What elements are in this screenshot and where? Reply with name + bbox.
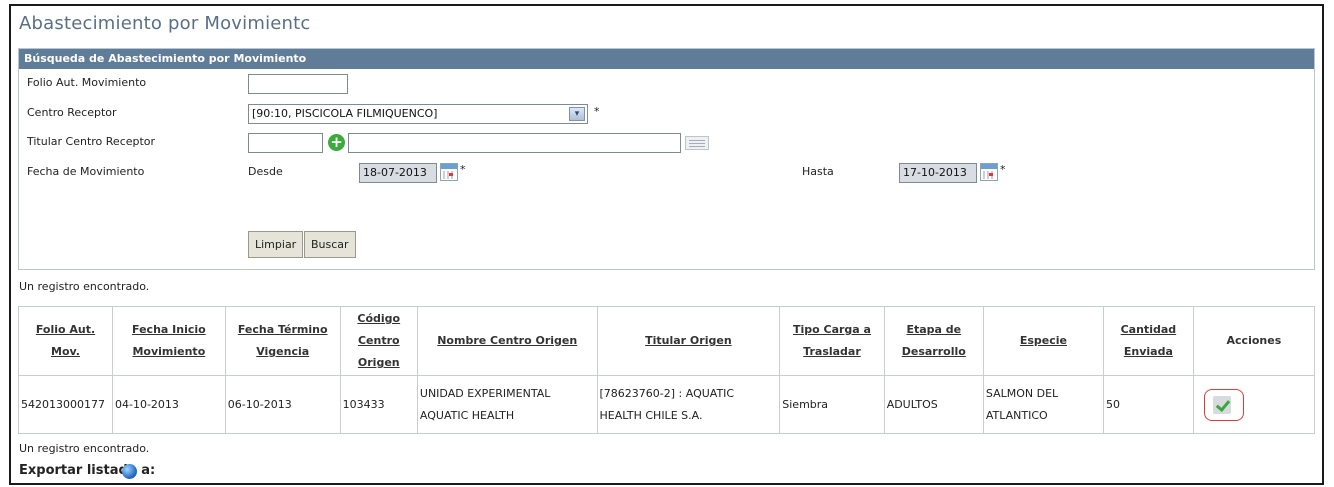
titular-name-input[interactable] [348, 133, 681, 153]
hasta-label: Hasta [802, 165, 834, 178]
page-title: Abastecimiento por Movimientc [19, 13, 311, 34]
folio-input[interactable] [248, 74, 348, 94]
result-count-top: Un registro encontrado. [19, 280, 150, 293]
col-header-nombre[interactable]: Nombre Centro Origen [416, 306, 598, 376]
col-header-tipo-carga[interactable]: Tipo Carga a Trasladar [779, 306, 885, 376]
cell-folio: 542013000177 [18, 375, 113, 434]
col-header-fecha-inicio[interactable]: Fecha Inicio Movimiento [111, 306, 226, 376]
col-header-etapa[interactable]: Etapa de Desarrollo [883, 306, 984, 376]
calendar-icon[interactable] [440, 163, 458, 181]
buscar-button[interactable]: Buscar [304, 231, 356, 258]
col-header-codigo[interactable]: Código Centro Origen [339, 306, 418, 376]
cell-codigo: 103433 [339, 375, 418, 434]
required-mark: * [594, 105, 600, 118]
hasta-date-input[interactable]: 17-10-2013 [899, 163, 977, 183]
cell-tipo-carga: Siembra [779, 375, 885, 434]
cell-titular: [78623760-2] : AQUATIC HEALTH CHILE S.A. [596, 375, 781, 434]
col-header-cantidad[interactable]: Cantidad Enviada [1102, 306, 1194, 376]
table-header-row: Folio Aut. Mov. Fecha Inicio Movimiento Fe… [18, 306, 1316, 376]
result-count-bottom: Un registro encontrado. [19, 442, 150, 455]
cell-acciones [1192, 375, 1316, 434]
add-icon[interactable]: + [328, 134, 345, 151]
cell-nombre: UNIDAD EXPERIMENTAL AQUATIC HEALTH [416, 375, 598, 434]
calendar-icon[interactable] [980, 163, 998, 181]
cell-fecha-inicio: 04-10-2013 [111, 375, 226, 434]
check-icon [1212, 395, 1231, 414]
centro-label: Centro Receptor [27, 106, 117, 119]
table-row: 542013000177 04-10-2013 06-10-2013 10343… [18, 375, 1316, 434]
centro-select-value: [90:10, PISCICOLA FILMIQUENCO] [252, 107, 438, 120]
required-mark: * [1000, 163, 1006, 176]
col-header-titular[interactable]: Titular Origen [596, 306, 781, 376]
approve-action-button[interactable] [1203, 388, 1244, 421]
col-header-fecha-termino[interactable]: Fecha Término Vigencia [224, 306, 341, 376]
export-excel-icon[interactable] [122, 464, 137, 479]
centro-select[interactable]: [90:10, PISCICOLA FILMIQUENCO] ▾ [248, 104, 588, 124]
main-frame: Abastecimiento por Movimientc Búsqueda d… [9, 4, 1324, 485]
folio-label: Folio Aut. Movimiento [27, 76, 147, 89]
results-table: Folio Aut. Mov. Fecha Inicio Movimiento Fe… [18, 306, 1316, 434]
cell-cantidad: 50 [1102, 375, 1194, 434]
required-mark: * [460, 163, 466, 176]
chevron-down-icon[interactable]: ▾ [569, 107, 585, 121]
col-header-acciones: Acciones [1192, 306, 1316, 376]
desde-label: Desde [248, 165, 283, 178]
cell-fecha-termino: 06-10-2013 [224, 375, 341, 434]
fecha-label: Fecha de Movimiento [27, 165, 145, 178]
limpiar-button[interactable]: Limpiar [248, 231, 304, 258]
search-panel: Búsqueda de Abastecimiento por Movimient… [18, 48, 1315, 270]
col-header-folio[interactable]: Folio Aut. Mov. [18, 306, 113, 376]
col-header-especie[interactable]: Especie [982, 306, 1104, 376]
cell-especie: SALMON DEL ATLANTICO [982, 375, 1104, 434]
titular-rut-input[interactable] [248, 133, 323, 153]
desde-date-input[interactable]: 18-07-2013 [359, 163, 437, 183]
cell-etapa: ADULTOS [883, 375, 984, 434]
search-panel-header: Búsqueda de Abastecimiento por Movimient… [19, 49, 1314, 69]
titular-label: Titular Centro Receptor [27, 135, 156, 148]
list-icon[interactable] [685, 136, 709, 150]
